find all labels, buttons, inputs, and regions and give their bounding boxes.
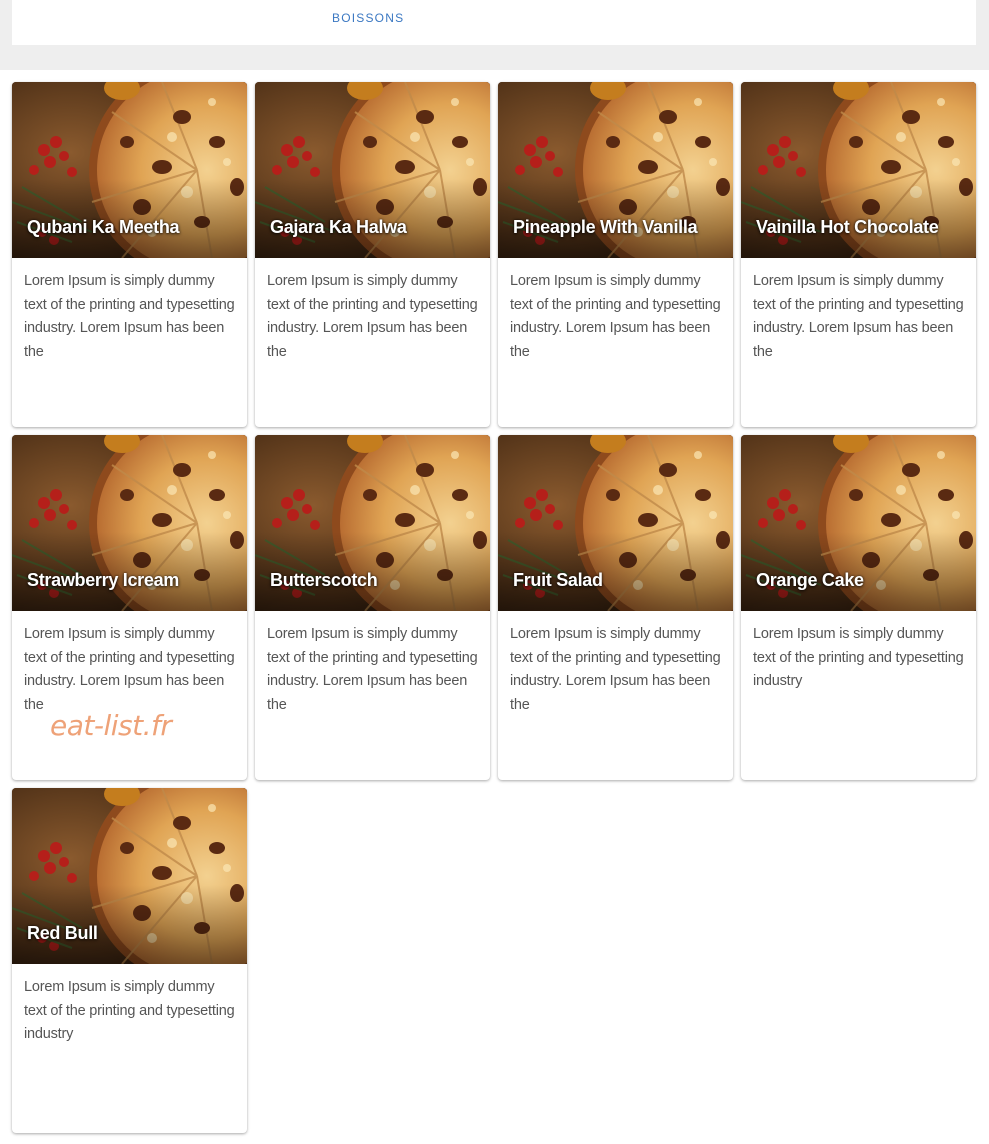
category-tabs: BOISSONS xyxy=(12,0,976,45)
pizza-image: Butterscotch xyxy=(255,435,490,611)
card-description: Lorem Ipsum is simply dummy text of the … xyxy=(267,626,478,713)
card-title: Vainilla Hot Chocolate xyxy=(756,217,939,237)
pizza-image: Red Bull xyxy=(12,788,247,964)
card-description: Lorem Ipsum is simply dummy text of the … xyxy=(24,979,235,1043)
card-title: Butterscotch xyxy=(270,570,378,590)
card-description: Lorem Ipsum is simply dummy text of the … xyxy=(24,626,235,713)
pizza-image: Vainilla Hot Chocolate xyxy=(741,82,976,258)
pizza-image: Orange Cake xyxy=(741,435,976,611)
card-description: Lorem Ipsum is simply dummy text of the … xyxy=(510,273,721,360)
menu-card[interactable]: Butterscotch Lorem Ipsum is simply dummy… xyxy=(255,435,490,780)
menu-card[interactable]: Gajara Ka Halwa Lorem Ipsum is simply du… xyxy=(255,82,490,427)
menu-grid: Qubani Ka Meetha Lorem Ipsum is simply d… xyxy=(12,82,977,1133)
menu-card[interactable]: Vainilla Hot Chocolate Lorem Ipsum is si… xyxy=(741,82,976,427)
card-title: Strawberry Icream xyxy=(27,570,179,590)
tab-boissons[interactable]: BOISSONS xyxy=(332,11,404,25)
top-bar: BOISSONS xyxy=(0,0,989,70)
pizza-image: Fruit Salad xyxy=(498,435,733,611)
watermark: eat-list.fr xyxy=(50,709,172,742)
pizza-image: Qubani Ka Meetha xyxy=(12,82,247,258)
card-description: Lorem Ipsum is simply dummy text of the … xyxy=(753,273,964,360)
menu-card[interactable]: Qubani Ka Meetha Lorem Ipsum is simply d… xyxy=(12,82,247,427)
card-title: Fruit Salad xyxy=(513,570,603,590)
card-description: Lorem Ipsum is simply dummy text of the … xyxy=(510,626,721,713)
menu-card[interactable]: Orange Cake Lorem Ipsum is simply dummy … xyxy=(741,435,976,780)
card-description: Lorem Ipsum is simply dummy text of the … xyxy=(267,273,478,360)
pizza-image: Pineapple With Vanilla xyxy=(498,82,733,258)
menu-card[interactable]: Red Bull Lorem Ipsum is simply dummy tex… xyxy=(12,788,247,1133)
pizza-image: Gajara Ka Halwa xyxy=(255,82,490,258)
card-description: Lorem Ipsum is simply dummy text of the … xyxy=(24,273,235,360)
card-title: Qubani Ka Meetha xyxy=(27,217,180,237)
menu-card[interactable]: Pineapple With Vanilla Lorem Ipsum is si… xyxy=(498,82,733,427)
card-title: Red Bull xyxy=(27,923,98,943)
card-description: Lorem Ipsum is simply dummy text of the … xyxy=(753,626,964,690)
card-title: Gajara Ka Halwa xyxy=(270,217,407,237)
pizza-image: Strawberry Icream xyxy=(12,435,247,611)
card-title: Orange Cake xyxy=(756,570,864,590)
menu-card[interactable]: Fruit Salad Lorem Ipsum is simply dummy … xyxy=(498,435,733,780)
card-title: Pineapple With Vanilla xyxy=(513,217,698,237)
